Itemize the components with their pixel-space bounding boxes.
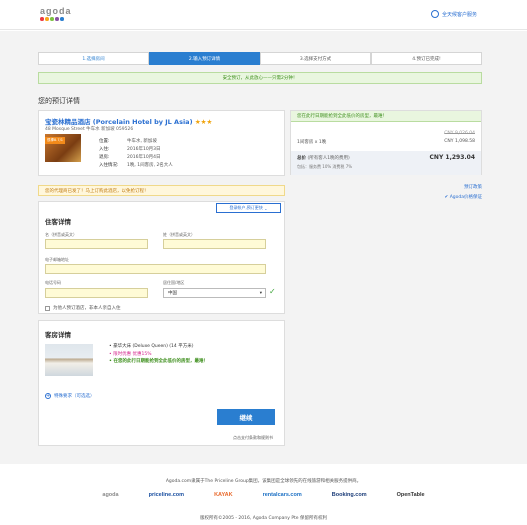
notice-text: 安全预订，从此放心——只需2分钟！ xyxy=(222,76,298,81)
hotel-card: 宝瓷林精品酒店 (Porcelain Hotel by JL Asia) ★★★… xyxy=(38,110,285,176)
hotel-address: 48 Mosque Street 牛车水 新加坡 059526 xyxy=(45,127,134,132)
last-name-input[interactable] xyxy=(163,239,266,249)
info-value: 2016年10月3日 xyxy=(127,147,161,152)
first-name-label: 名（拼音或英文） xyxy=(45,232,77,237)
plus-icon: + xyxy=(45,393,51,399)
room-type: • 豪华大床 (Deluxe Queen) (14 平方米) xyxy=(109,344,194,349)
logo-dots xyxy=(40,17,72,21)
brand-booking[interactable]: Booking.com xyxy=(332,492,367,498)
other-guest-label: 为他人预订酒店，非本人亲自入住 xyxy=(53,306,121,311)
brand-opentable[interactable]: OpenTable xyxy=(397,492,425,498)
footer-text: Agoda.com隶属于The Priceline Group集团，该集团是全球… xyxy=(165,479,362,484)
room-night-price: CNY 1,098.58 xyxy=(444,139,475,144)
country-value: 中国 xyxy=(168,291,177,296)
step-select-room[interactable]: 1.选择房间 xyxy=(38,52,149,65)
info-label: 退房: xyxy=(99,155,110,160)
valid-check-icon: ✓ xyxy=(269,287,276,296)
headset-icon xyxy=(430,10,439,18)
page-title: 您的预订详情 xyxy=(38,97,80,105)
brand-agoda[interactable]: agoda xyxy=(102,492,118,498)
select-arrow-icon: ▾ xyxy=(259,290,262,296)
country-select[interactable]: 中国 ▾ xyxy=(163,288,266,298)
promo-banner: 您的代理商已发了！马上订购此酒店，以免抢订程！ xyxy=(38,185,285,196)
terms-link[interactable]: 点击支付条款和规则书 xyxy=(233,435,273,441)
email-input[interactable] xyxy=(45,264,266,274)
special-request-label: 特殊要求（可选选） xyxy=(54,394,95,399)
room-night-label: 1间客房 x 1晚 xyxy=(297,140,327,145)
room-deal: • 限时优惠 优惠15% xyxy=(109,351,152,357)
info-label: 入住情况: xyxy=(99,163,119,168)
total-label: 总价 xyxy=(297,156,306,161)
step-label: 3.选择支付方式 xyxy=(299,56,332,62)
brand-kayak[interactable]: KAYAK xyxy=(214,492,233,498)
room-info: • 豪华大床 (Deluxe Queen) (14 平方米) • 限时优惠 优惠… xyxy=(109,343,208,366)
step-label: 2.输入预订详情 xyxy=(188,56,221,62)
chevron-down-icon: ⌄ xyxy=(264,205,268,211)
logo-dot xyxy=(45,17,49,21)
room-details-title: 客房详情 xyxy=(45,331,71,339)
step-complete: 4.预订已完成! xyxy=(371,52,482,65)
info-value: 1晚, 1间客房, 2名大人 xyxy=(127,163,173,168)
special-request-link[interactable]: + 特殊要求（可选选） xyxy=(45,393,95,399)
progress-steps: 1.选择房间 2.输入预订详情 3.选择支付方式 4.预订已完成! xyxy=(38,52,482,65)
first-name-input[interactable] xyxy=(45,239,148,249)
continue-button[interactable]: 继续 xyxy=(217,409,275,425)
brand-rentalcars[interactable]: rentalcars.com xyxy=(263,492,302,498)
logo-dot xyxy=(40,17,44,21)
tax-note[interactable]: 包括：服务费 10% 消费税 7% xyxy=(297,164,352,170)
price-guarantee-label: Agoda价格保证 xyxy=(449,195,482,200)
customer-support-link[interactable]: 全天候客户服务 xyxy=(430,10,477,18)
email-label: 电子邮箱地址 xyxy=(45,257,69,262)
price-summary: 您在此行日期能抢到全此低价的房型，最难！ CNY 9,026.04 1间客房 x… xyxy=(290,110,482,175)
room-details-card: 客房详情 • 豪华大床 (Deluxe Queen) (14 平方米) • 限时… xyxy=(38,320,285,446)
brand-priceline[interactable]: priceline.com xyxy=(149,492,184,498)
info-value: 牛车水, 新加坡 xyxy=(127,139,157,144)
info-label: 位置: xyxy=(99,139,110,144)
room-low-price: • 在您的此行日期能抢到全此低价的房型，最难！ xyxy=(109,359,208,364)
hotel-name-text: 宝瓷林精品酒店 (Porcelain Hotel by JL Asia) xyxy=(45,118,193,126)
step-payment: 3.选择支付方式 xyxy=(260,52,371,65)
other-guest-option[interactable]: 为他人预订酒店，非本人亲自入住 xyxy=(45,305,121,311)
country-label: 居住国/地区 xyxy=(163,280,185,285)
star-rating: ★★★ xyxy=(194,118,213,126)
logo-dot xyxy=(60,17,64,21)
hotel-photo: 很棒8.7/1 xyxy=(45,134,81,162)
total-price: CNY 1,293.04 xyxy=(429,154,475,161)
logo-dot xyxy=(55,17,59,21)
step-label: 1.选择房间 xyxy=(82,56,105,62)
phone-label: 电话号码 xyxy=(45,280,61,285)
login-button[interactable]: 登录帐户,预订更快 ⌄ xyxy=(216,203,281,213)
support-label: 全天候客户服务 xyxy=(441,11,477,18)
review-score-badge: 很棒8.7/1 xyxy=(45,137,65,144)
price-header: 您在此行日期能抢到全此低价的房型，最难！ xyxy=(291,111,481,122)
guest-details-title: 住客详情 xyxy=(45,218,71,226)
other-guest-checkbox[interactable] xyxy=(45,305,50,311)
security-notice: 安全预订，从此放心——只需2分钟！ xyxy=(38,72,482,84)
info-value: 2016年10月4日 xyxy=(127,155,161,160)
agoda-logo[interactable]: agoda xyxy=(40,6,72,21)
last-name-label: 姓（拼音或英文） xyxy=(163,232,195,237)
logo-dot xyxy=(50,17,54,21)
booking-info: 位置: 牛车水, 新加坡 入住: 2016年10月3日 退房: 2016年10月… xyxy=(99,138,207,168)
brand-logos: agoda priceline.com KAYAK rentalcars.com… xyxy=(0,492,527,498)
original-price: CNY 9,026.04 xyxy=(444,131,475,136)
top-bar: agoda 全天候客户服务 xyxy=(0,0,527,30)
step-label: 4.预订已完成! xyxy=(412,56,441,62)
hotel-name[interactable]: 宝瓷林精品酒店 (Porcelain Hotel by JL Asia) ★★★ xyxy=(45,116,212,126)
policy-links: 预订政策 ✔ Agoda价格保证 xyxy=(444,183,482,203)
login-label: 登录帐户,预订更快 xyxy=(229,205,263,210)
total-label-row: 总价 (所有客人1晚的费用) xyxy=(297,155,350,161)
copyright: 版权所有©2005 - 2016, Agoda Company Pte 保留所有… xyxy=(200,516,327,521)
phone-input[interactable] xyxy=(45,288,148,298)
booking-policy-link[interactable]: 预订政策 xyxy=(444,183,482,193)
guest-details-form: 登录帐户,预订更快 ⌄ 住客详情 名（拼音或英文） 姓（拼音或英文） 电子邮箱地… xyxy=(38,201,285,314)
info-label: 入住: xyxy=(99,147,110,152)
room-photo xyxy=(45,344,93,376)
step-enter-details: 2.输入预订详情 xyxy=(149,52,260,65)
price-guarantee-link[interactable]: ✔ Agoda价格保证 xyxy=(444,193,482,203)
total-note: (所有客人1晚的费用) xyxy=(307,156,350,161)
logo-text: agoda xyxy=(40,6,72,16)
